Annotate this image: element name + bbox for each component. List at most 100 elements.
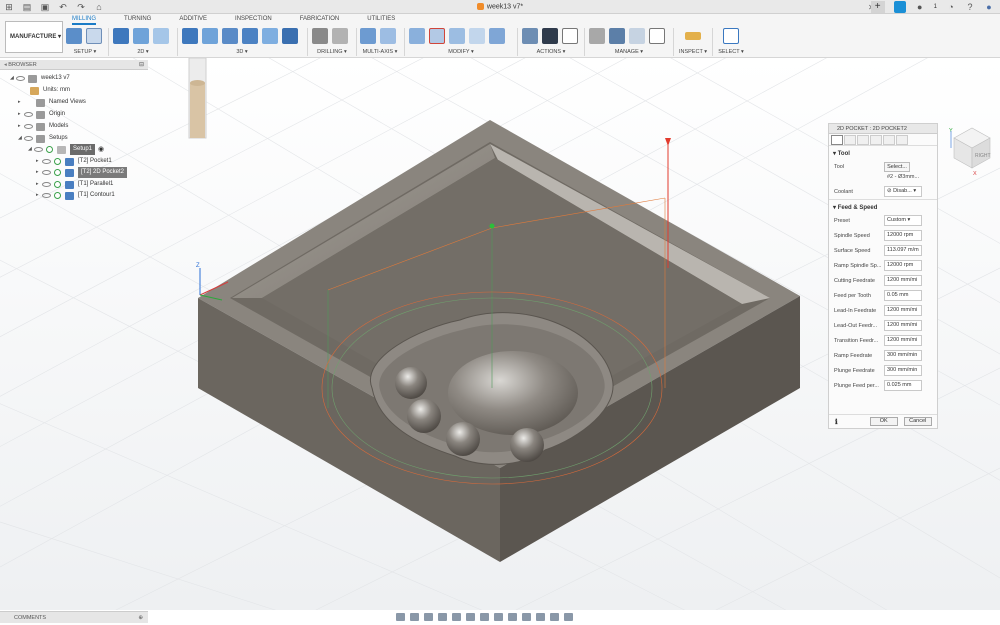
lead-out-feedrate-input[interactable]: 1200 mm/mi (884, 320, 922, 331)
effects-icon[interactable] (536, 612, 545, 621)
surface-speed-input[interactable]: 113.097 m/m (884, 245, 922, 256)
group-label-2d[interactable]: 2D ▾ (113, 49, 173, 55)
group-label-inspect[interactable]: INSPECT ▾ (678, 49, 708, 55)
tree-item-parallel1[interactable]: ▸ [T1] Parallel1 (36, 179, 113, 190)
section-feed-speed[interactable]: ▾ Feed & Speed (829, 199, 937, 213)
pan-icon[interactable] (424, 612, 433, 621)
visibility-icon[interactable] (16, 76, 25, 81)
tab-turning[interactable]: TURNING (124, 16, 151, 25)
visibility-icon[interactable] (42, 159, 51, 164)
tree-item-models[interactable]: ▸ Models (18, 121, 68, 132)
tab-inspection[interactable]: INSPECTION (235, 16, 272, 25)
job-status-icon[interactable]: ● (915, 2, 925, 12)
group-label-modify[interactable]: MODIFY ▾ (409, 49, 513, 55)
tree-item-units[interactable]: Units: mm (30, 85, 70, 96)
2d-pocket-icon[interactable] (133, 28, 149, 44)
environment-icon[interactable] (522, 612, 531, 621)
adaptive-clearing-icon[interactable] (182, 28, 198, 44)
drill-icon[interactable] (312, 28, 328, 44)
visibility-icon[interactable] (42, 193, 51, 198)
collapse-icon[interactable]: ◂ (4, 62, 7, 68)
extensions-icon[interactable] (893, 1, 906, 13)
face-icon[interactable] (153, 28, 169, 44)
ok-button[interactable]: OK (869, 417, 898, 426)
group-label-multi-axis[interactable]: MULTI-AXIS ▾ (360, 49, 400, 55)
tree-item-2d-pocket2[interactable]: ▸ [T2] 2D Pocket2 (36, 167, 128, 178)
tab-utilities[interactable]: UTILITIES (367, 16, 395, 25)
info-icon[interactable]: ℹ (835, 418, 838, 426)
tool-library-icon[interactable] (589, 28, 605, 44)
tree-item-setup1[interactable]: ◢ Setup1 ◉ (28, 144, 104, 155)
tab-fabrication[interactable]: FABRICATION (300, 16, 340, 25)
delete-toolpath-icon[interactable] (429, 28, 445, 44)
post-process-icon[interactable] (542, 28, 558, 44)
camera-icon[interactable] (508, 612, 517, 621)
cancel-button[interactable]: Cancel (903, 417, 932, 426)
help-icon[interactable]: ? (965, 2, 975, 12)
ramp-feedrate-input[interactable]: 300 mm/min (884, 350, 922, 361)
pattern-icon[interactable] (469, 28, 485, 44)
user-avatar-icon[interactable]: ● (984, 2, 994, 12)
contour-icon[interactable] (282, 28, 298, 44)
notifications-icon[interactable]: ◔ (946, 2, 956, 12)
section-tool[interactable]: ▾ Tool (829, 146, 937, 159)
tab-tool-icon[interactable] (831, 135, 843, 145)
visibility-icon[interactable] (24, 124, 33, 129)
cutting-feedrate-input[interactable]: 1200 mm/mi (884, 275, 922, 286)
tab-geometry-icon[interactable] (844, 135, 856, 145)
group-label-drilling[interactable]: DRILLING ▾ (312, 49, 352, 55)
expand-icon[interactable]: ▸ (18, 97, 24, 108)
plunge-feed-per-revolution-input[interactable]: 0.025 mm (884, 380, 922, 391)
section-analysis-icon[interactable] (564, 612, 573, 621)
wcs-icon[interactable] (86, 28, 102, 44)
ramp-spindle-speed-input[interactable]: 12000 rpm (884, 260, 922, 271)
template-library-icon[interactable] (629, 28, 645, 44)
tab-passes-icon[interactable] (870, 135, 882, 145)
new-setup-icon[interactable] (66, 28, 82, 44)
pocket-clearing-icon[interactable] (202, 28, 218, 44)
transform-icon[interactable] (489, 28, 505, 44)
tab-simulation-icon[interactable] (896, 135, 908, 145)
tab-heights-icon[interactable] (857, 135, 869, 145)
visibility-icon[interactable] (42, 182, 51, 187)
group-label-setup[interactable]: SETUP ▾ (66, 49, 104, 55)
tree-item-contour1[interactable]: ▸ [T1] Contour1 (36, 190, 115, 201)
tab-additive[interactable]: ADDITIVE (179, 16, 207, 25)
viewports-icon[interactable] (494, 612, 503, 621)
thread-icon[interactable] (332, 28, 348, 44)
visibility-icon[interactable] (24, 112, 33, 117)
new-tab-button[interactable]: + (870, 1, 885, 13)
coolant-select[interactable]: ⊘ Disab... ▾ (884, 186, 922, 197)
visibility-icon[interactable] (42, 170, 51, 175)
rotary-icon[interactable] (380, 28, 396, 44)
feed-per-tooth-input[interactable]: 0.05 mm (884, 290, 922, 301)
preset-select[interactable]: Custom ▾ (884, 215, 922, 226)
scallop-icon[interactable] (262, 28, 278, 44)
spindle-speed-input[interactable]: 12000 rpm (884, 230, 922, 241)
object-visibility-icon[interactable] (550, 612, 559, 621)
tree-item-setups[interactable]: ◢ Setups (18, 133, 68, 144)
tab-linking-icon[interactable] (883, 135, 895, 145)
simulate-icon[interactable] (522, 28, 538, 44)
lead-in-feedrate-input[interactable]: 1200 mm/mi (884, 305, 922, 316)
group-label-manage[interactable]: MANAGE ▾ (589, 49, 669, 55)
steep-shallow-icon[interactable] (222, 28, 238, 44)
machine-library-icon[interactable] (609, 28, 625, 44)
measure-icon[interactable] (685, 32, 701, 40)
orbit-icon[interactable] (396, 612, 405, 621)
browser-close-icon[interactable]: ⊟ (139, 60, 144, 70)
edit-toolpath-icon[interactable] (409, 28, 425, 44)
tab-milling[interactable]: MILLING (72, 16, 97, 25)
parallel-icon[interactable] (242, 28, 258, 44)
swarf-icon[interactable] (360, 28, 376, 44)
comments-toggle-icon[interactable]: ⊕ (138, 612, 143, 624)
transition-feedrate-input[interactable]: 1200 mm/mi (884, 335, 922, 346)
duplicate-icon[interactable] (449, 28, 465, 44)
2d-adaptive-icon[interactable] (113, 28, 129, 44)
tree-item-document[interactable]: ◢ week13 v7 (10, 73, 70, 84)
visibility-icon[interactable] (24, 136, 33, 141)
fit-icon[interactable] (452, 612, 461, 621)
group-label-actions[interactable]: ACTIONS ▾ (522, 49, 580, 55)
display-settings-icon[interactable] (466, 612, 475, 621)
zoom-icon[interactable] (438, 612, 447, 621)
